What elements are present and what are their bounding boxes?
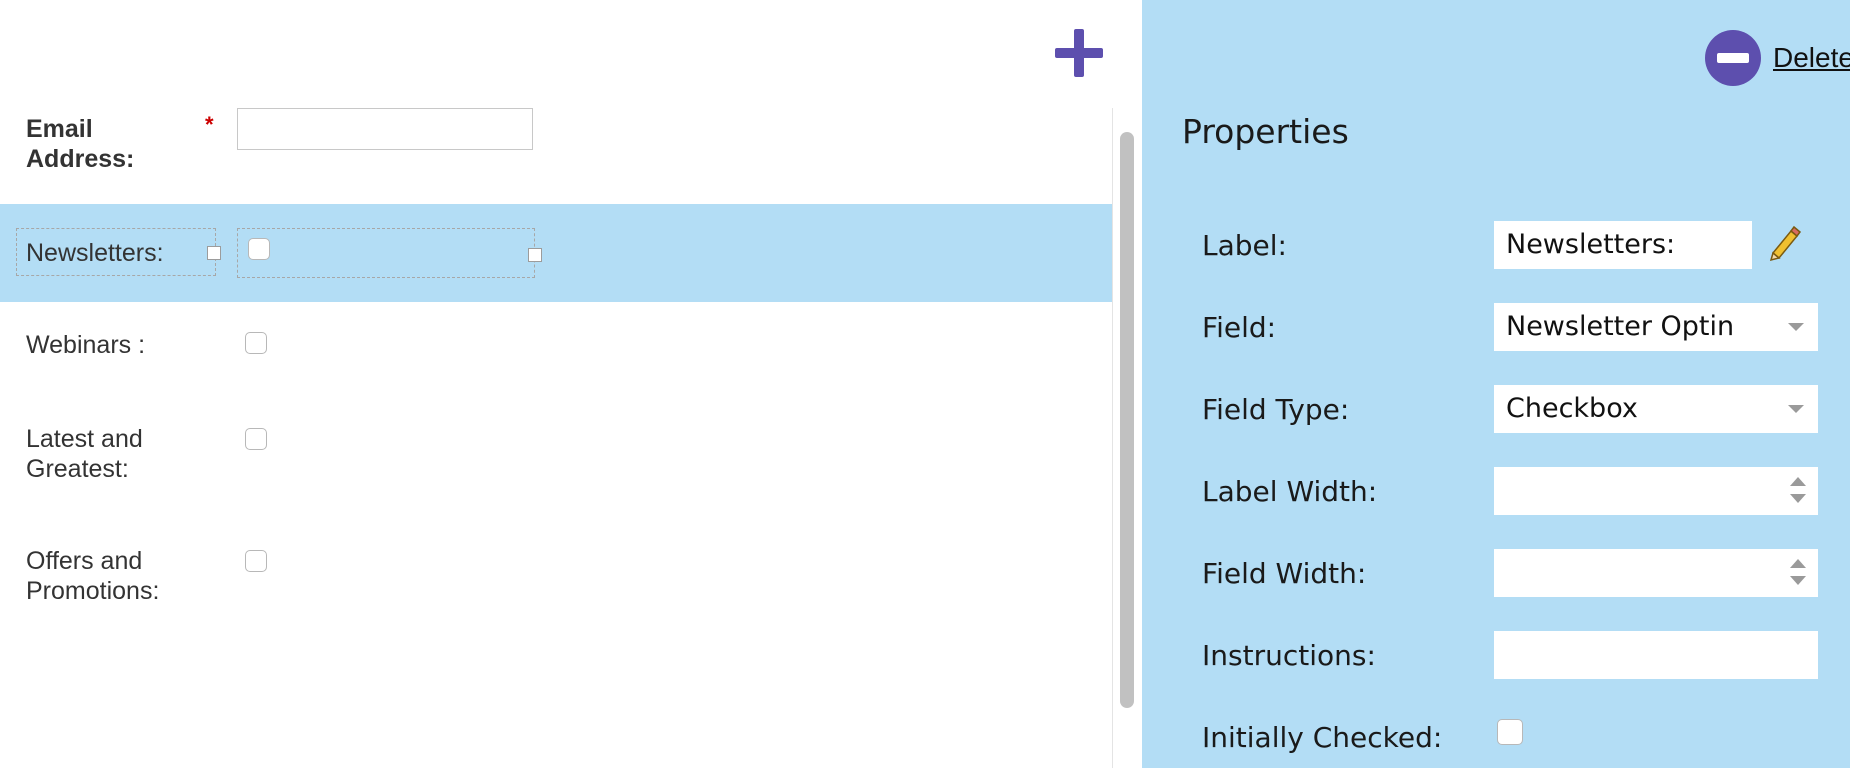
prop-field-type-name: Field Type:: [1202, 393, 1350, 426]
form-row-newsletters[interactable]: Newsletters:: [0, 204, 1112, 302]
field-type-select[interactable]: Checkbox: [1494, 385, 1818, 433]
delete-link[interactable]: Delete: [1773, 42, 1850, 74]
form-row-webinars[interactable]: Webinars :: [0, 302, 1112, 398]
email-label: Email Address:: [26, 115, 135, 173]
instructions-input[interactable]: [1494, 631, 1818, 679]
field-select[interactable]: Newsletter Optin: [1494, 303, 1818, 351]
resize-handle[interactable]: [207, 246, 221, 260]
chevron-down-icon: [1788, 323, 1804, 331]
panel-title: Properties: [1182, 112, 1349, 151]
newsletters-label: Newsletters:: [26, 239, 164, 267]
resize-handle[interactable]: [528, 248, 542, 262]
prop-initially-checked: Initially Checked:: [1142, 713, 1850, 761]
delete-button[interactable]: Delete: [1705, 29, 1850, 87]
chevron-down-icon: [1788, 405, 1804, 413]
form-row-email[interactable]: Email Address: *: [0, 108, 1112, 204]
form-canvas: Email Address: * Newsletters: Webinars :…: [0, 0, 1142, 768]
prop-field-width: Field Width:: [1142, 549, 1850, 597]
prop-label: Label: Newsletters:: [1142, 221, 1850, 269]
latest-greatest-label: Latest and Greatest:: [26, 425, 143, 483]
required-asterisk: *: [205, 112, 214, 137]
pencil-icon[interactable]: [1765, 223, 1805, 263]
field-selection-box[interactable]: [237, 228, 535, 278]
properties-panel: Delete Properties Label: Newsletters: Fi…: [1142, 0, 1850, 768]
latest-greatest-checkbox[interactable]: [245, 428, 267, 450]
form-row-offers-promotions[interactable]: Offers and Promotions:: [0, 520, 1112, 640]
prop-instructions-name: Instructions:: [1202, 639, 1376, 672]
prop-field-type: Field Type: Checkbox: [1142, 385, 1850, 433]
minus-circle-icon[interactable]: [1705, 30, 1761, 86]
webinars-checkbox[interactable]: [245, 332, 267, 354]
prop-instructions: Instructions:: [1142, 631, 1850, 679]
add-field-button[interactable]: [1054, 28, 1104, 78]
label-input[interactable]: Newsletters:: [1494, 221, 1752, 269]
prop-field-width-name: Field Width:: [1202, 557, 1367, 590]
newsletters-checkbox[interactable]: [248, 238, 270, 260]
prop-label-width: Label Width:: [1142, 467, 1850, 515]
field-type-select-value: Checkbox: [1506, 393, 1638, 424]
spinner-icon[interactable]: [1790, 559, 1806, 587]
vertical-scrollbar[interactable]: [1112, 108, 1142, 768]
offers-promotions-checkbox[interactable]: [245, 550, 267, 572]
prop-label-width-name: Label Width:: [1202, 475, 1378, 508]
prop-field-name: Field:: [1202, 311, 1277, 344]
prop-label-name: Label:: [1202, 229, 1287, 262]
spinner-icon[interactable]: [1790, 477, 1806, 505]
scrollbar-thumb[interactable]: [1120, 132, 1134, 708]
prop-field: Field: Newsletter Optin: [1142, 303, 1850, 351]
label-width-stepper[interactable]: [1494, 467, 1818, 515]
initially-checked-checkbox[interactable]: [1497, 719, 1523, 745]
offers-promotions-label: Offers and Promotions:: [26, 547, 160, 605]
form-row-latest-greatest[interactable]: Latest and Greatest:: [0, 398, 1112, 520]
form-fields: Email Address: * Newsletters: Webinars :…: [0, 108, 1112, 768]
prop-initially-checked-name: Initially Checked:: [1202, 721, 1443, 754]
webinars-label: Webinars :: [26, 331, 146, 359]
field-width-stepper[interactable]: [1494, 549, 1818, 597]
field-select-value: Newsletter Optin: [1506, 311, 1735, 342]
email-input[interactable]: [237, 108, 533, 150]
